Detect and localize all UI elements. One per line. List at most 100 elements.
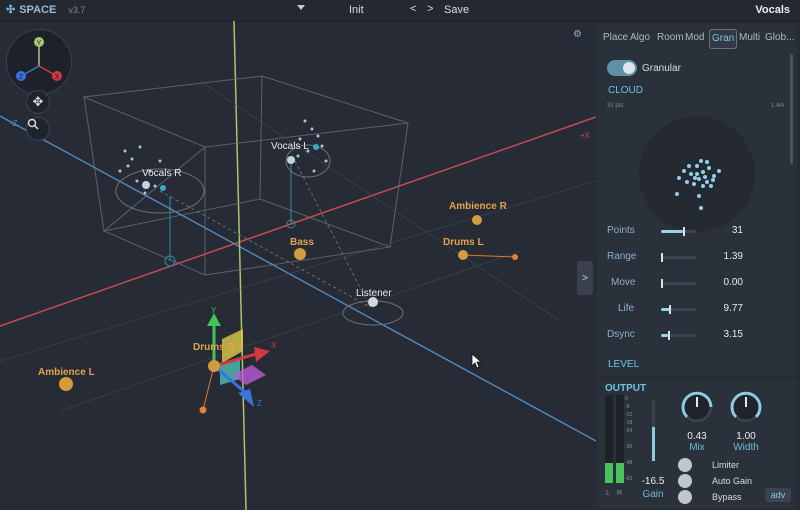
drums-l-label: Drums L: [443, 237, 484, 248]
param-move-label: Move: [611, 277, 636, 288]
move-value: 0.00: [723, 277, 743, 288]
preset-dropdown-icon[interactable]: [297, 5, 305, 10]
drums-r-node[interactable]: [208, 360, 220, 372]
meter-left: [605, 395, 613, 483]
z-axis-line: [0, 115, 596, 442]
tab-gran[interactable]: Gran: [709, 29, 738, 49]
auto-gain-label: Auto Gain: [712, 476, 753, 486]
app-version: v3.7: [68, 4, 86, 15]
meter-l-label: L: [606, 490, 610, 497]
life-value: 9.77: [723, 303, 743, 314]
points-slider[interactable]: [661, 227, 697, 236]
width-knob[interactable]: [730, 391, 762, 423]
panel-tabs: Place Algo Room Mod Gran Multi Glob...: [597, 29, 797, 49]
granular-panel: Place Algo Room Mod Gran Multi Glob... G…: [597, 24, 797, 375]
orientation-gizmo[interactable]: Y X Z: [6, 29, 72, 95]
bass-node[interactable]: [294, 248, 306, 260]
ambience-l-node[interactable]: [59, 377, 73, 391]
logo-icon: ✣: [6, 4, 16, 16]
gain-fader[interactable]: [652, 399, 655, 461]
panel-scrollbar[interactable]: [790, 54, 793, 164]
param-life-label: Life: [618, 303, 635, 314]
save-button[interactable]: Save: [444, 4, 469, 16]
tab-mod[interactable]: Mod: [685, 29, 704, 47]
range-slider[interactable]: [661, 253, 697, 262]
gizmo-z-label: Z: [257, 399, 262, 408]
preset-name[interactable]: Init: [349, 4, 364, 16]
bypass-label: Bypass: [712, 492, 742, 502]
meter-scale: 0 -6 -12 -18 -24 -36 -48 -60: [625, 396, 633, 482]
output-title: OUTPUT: [605, 383, 647, 394]
limiter-label: Limiter: [712, 460, 740, 470]
meter-r-label: R: [617, 490, 623, 497]
gizmo-x-label: X: [271, 341, 277, 350]
app-name: SPACE: [19, 3, 57, 16]
tab-global[interactable]: Glob...: [765, 29, 794, 47]
ambience-r-node[interactable]: [472, 215, 482, 225]
gizmo-z-text: Z: [19, 74, 24, 81]
meter-right: [616, 395, 624, 483]
plus-x-label: +X: [580, 131, 591, 140]
drums-l-node[interactable]: [458, 250, 468, 260]
bypass-toggle[interactable]: [678, 490, 692, 504]
gizmo-y-label: Y: [211, 306, 217, 315]
auto-gain-toggle[interactable]: [678, 474, 692, 488]
next-preset-button[interactable]: >: [427, 3, 433, 15]
width-value: 1.00: [736, 431, 756, 442]
mix-knob[interactable]: [681, 391, 713, 423]
drums-r-label: Drums R: [193, 342, 235, 353]
vocals-r-label: Vocals R: [142, 168, 182, 179]
tab-multi[interactable]: Multi: [739, 29, 760, 47]
dsync-value: 3.15: [723, 329, 743, 340]
settings-gear-icon[interactable]: ⚙: [573, 29, 582, 40]
track-title: Vocals: [755, 4, 790, 16]
mix-label: Mix: [689, 442, 705, 453]
vocals-r-node[interactable]: [142, 181, 150, 189]
cloud-size: 1.4m: [771, 103, 785, 109]
advanced-button[interactable]: adv: [765, 488, 791, 502]
range-value: 1.39: [723, 251, 743, 262]
search-icon: [27, 118, 39, 130]
granular-label: Granular: [642, 63, 681, 74]
gizmo-x-text: X: [55, 74, 60, 81]
granular-toggle[interactable]: [607, 60, 637, 76]
move-icon: ✥: [32, 94, 44, 109]
minus-z-label: -Z: [10, 119, 18, 128]
prev-preset-button[interactable]: <: [410, 3, 416, 15]
param-dsync-label: Dsync: [607, 329, 635, 340]
top-bar: ✣ SPACE v3.7 Init < > Save Vocals: [0, 0, 800, 22]
tab-algo[interactable]: Algo: [630, 29, 650, 47]
points-value: 31: [731, 225, 743, 236]
tab-room[interactable]: Room: [657, 29, 684, 47]
life-slider[interactable]: [661, 305, 697, 314]
level-section-title: LEVEL: [608, 359, 640, 370]
bass-label: Bass: [290, 237, 314, 248]
dsync-slider[interactable]: [661, 331, 697, 340]
scene-canvas[interactable]: [0, 21, 596, 510]
vocals-l-node[interactable]: [287, 156, 295, 164]
pan-view-button[interactable]: ✥: [26, 90, 50, 114]
move-slider[interactable]: [661, 279, 697, 288]
tab-place[interactable]: Place: [603, 29, 628, 47]
app-logo: ✣ SPACE v3.7: [6, 3, 86, 17]
mouse-cursor-icon: [471, 353, 483, 369]
3d-viewport[interactable]: Vocals R Vocals L Ambience R Drums L Bas…: [0, 21, 596, 510]
cloud-points-count: 31 pts: [607, 103, 624, 109]
cloud-preview: [639, 116, 755, 232]
output-section: OUTPUT 0 -6 -12 -18 -24 -36 -48 -60 L R -16.…: [597, 379, 797, 508]
gizmo-y-text: Y: [37, 40, 42, 47]
limiter-toggle[interactable]: [678, 458, 692, 472]
room-box: [82, 75, 409, 276]
ambience-l-label: Ambience L: [38, 367, 95, 378]
zoom-view-button[interactable]: [26, 117, 50, 141]
expand-panel-button[interactable]: >: [577, 261, 593, 295]
width-label: Width: [733, 442, 759, 453]
listener-label: Listener: [356, 288, 392, 299]
y-axis-line: [233, 21, 247, 510]
ambience-r-label: Ambience R: [449, 201, 507, 212]
mix-value: 0.43: [687, 431, 707, 442]
param-points-label: Points: [607, 225, 635, 236]
gain-value: -16.5: [641, 476, 665, 487]
gain-label: Gain: [642, 489, 664, 500]
cloud-section-title: CLOUD: [608, 85, 644, 96]
